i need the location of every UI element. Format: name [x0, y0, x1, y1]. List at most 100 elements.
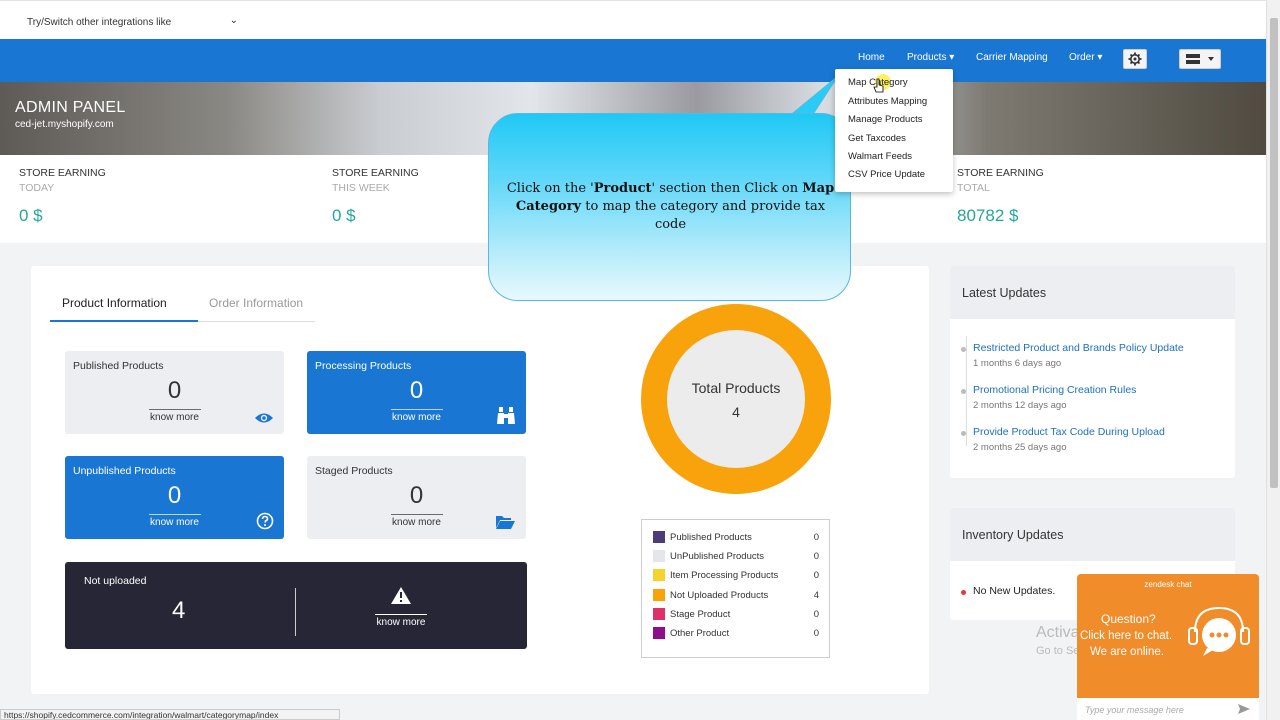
know-more-link[interactable]: know more: [335, 617, 467, 628]
menu-item-csv-price-update[interactable]: CSV Price Update: [848, 169, 925, 180]
chat-question: Question?: [1101, 612, 1156, 626]
stat-period: TODAY: [19, 182, 55, 194]
stat-title: STORE EARNING: [332, 167, 419, 179]
legend-item: UnPublished Products 0: [653, 550, 819, 564]
caret-down-icon: ▾: [946, 52, 955, 63]
legend-item: Other Product 0: [653, 627, 819, 641]
send-icon[interactable]: [1237, 703, 1251, 715]
nav-carrier-mapping[interactable]: Carrier Mapping: [976, 52, 1048, 63]
tutorial-callout: Click on the 'Product' section then Clic…: [488, 113, 851, 301]
banner-title: ADMIN PANEL: [15, 99, 126, 116]
stat-title: STORE EARNING: [19, 167, 106, 179]
settings-button[interactable]: [1123, 49, 1147, 69]
bullet-icon: [961, 590, 966, 595]
legend-label: Other Product: [670, 628, 730, 639]
callout-text-part: to map the category and provide tax code: [581, 199, 826, 232]
stat-today: STORE EARNING TODAY 0 $: [19, 167, 106, 226]
store-domain: ced-jet.myshopify.com: [15, 119, 114, 130]
box-count: 0: [167, 482, 182, 509]
unpublished-products-box: Unpublished Products 0 know more: [65, 456, 284, 539]
legend-label: Published Products: [670, 532, 752, 543]
update-time: 1 months 6 days ago: [973, 358, 1062, 369]
top-strip: Try/Switch other integrations like ⌄: [0, 0, 1266, 39]
warning-icon: [391, 587, 411, 604]
update-time: 2 months 25 days ago: [973, 442, 1067, 453]
update-item: Promotional Pricing Creation Rules 2 mon…: [961, 384, 1136, 411]
stat-title: STORE EARNING: [957, 167, 1044, 179]
legend-swatch: [653, 531, 665, 543]
processing-products-box: Processing Products 0 know more: [307, 351, 526, 434]
tab-order-information[interactable]: Order Information: [209, 296, 303, 310]
donut-label: Total Products: [691, 380, 781, 396]
account-menu-button[interactable]: [1179, 49, 1221, 69]
zendesk-chat-widget[interactable]: zendesk chat Question? Click here to cha…: [1077, 574, 1259, 720]
divider: [149, 514, 201, 515]
bullet-icon: [961, 347, 966, 352]
know-more-link[interactable]: know more: [65, 412, 284, 423]
stat-value: 80782 $: [957, 206, 1019, 225]
hand-cursor-icon: [873, 78, 884, 93]
legend-value: 0: [813, 532, 819, 543]
divider: [391, 409, 443, 410]
donut-value: 4: [732, 404, 740, 420]
activation-watermark-sub: Go to Se: [1036, 645, 1080, 657]
stat-total: STORE EARNING TOTAL 80782 $: [957, 167, 1044, 226]
page-scrollbar[interactable]: [1266, 0, 1280, 720]
timeline-line: [966, 336, 967, 446]
update-link[interactable]: Provide Product Tax Code During Upload: [973, 426, 1165, 438]
bullet-icon: [961, 431, 966, 436]
nav-order[interactable]: Order ▾: [1069, 52, 1102, 63]
caret-down-icon: ▾: [1094, 52, 1103, 63]
chat-message-input[interactable]: Type your message here: [1077, 698, 1259, 720]
bullet-icon: [961, 389, 966, 394]
update-link[interactable]: Restricted Product and Brands Policy Upd…: [973, 342, 1184, 354]
legend-label: UnPublished Products: [670, 551, 764, 563]
published-products-box: Published Products 0 know more: [65, 351, 284, 434]
legend-label: Not Uploaded Products: [670, 589, 769, 601]
box-label: Not uploaded: [84, 575, 147, 587]
latest-updates-title: Latest Updates: [950, 266, 1235, 319]
nav-products[interactable]: Products ▾: [907, 52, 954, 63]
update-item: Restricted Product and Brands Policy Upd…: [961, 342, 1184, 369]
chat-agent-icon: [1188, 606, 1250, 656]
integration-select[interactable]: Try/Switch other integrations like ⌄: [22, 11, 242, 33]
scroll-thumb[interactable]: [1270, 18, 1278, 488]
menu-item-manage-products[interactable]: Manage Products: [848, 114, 922, 125]
eye-icon: [255, 413, 273, 423]
server-icon: [1186, 54, 1214, 64]
menu-item-attributes-mapping[interactable]: Attributes Mapping: [848, 96, 927, 107]
update-link[interactable]: Promotional Pricing Creation Rules: [973, 384, 1136, 396]
legend-swatch: [653, 569, 665, 582]
total-products-donut: Total Products 4: [641, 304, 831, 494]
products-dropdown-menu: Map Category Attributes Mapping Manage P…: [835, 69, 953, 192]
binoculars-icon: [497, 407, 515, 424]
know-more-link[interactable]: know more: [307, 412, 526, 423]
tab-product-information[interactable]: Product Information: [62, 296, 167, 310]
box-count: 4: [172, 597, 186, 624]
know-more-link[interactable]: know more: [307, 517, 526, 528]
know-more-link[interactable]: know more: [65, 517, 284, 528]
legend-swatch: [653, 550, 665, 563]
menu-item-get-taxcodes[interactable]: Get Taxcodes: [848, 133, 906, 144]
menu-item-walmart-feeds[interactable]: Walmart Feeds: [848, 151, 912, 162]
divider: [149, 409, 201, 410]
chat-placeholder: Type your message here: [1085, 705, 1184, 715]
box-label: Published Products: [73, 360, 164, 372]
update-item: Provide Product Tax Code During Upload 2…: [961, 426, 1165, 453]
legend-item: Item Processing Products 0: [653, 569, 819, 583]
box-label: Unpublished Products: [73, 465, 176, 477]
nav-order-label: Order: [1069, 52, 1095, 63]
box-count: 0: [167, 377, 182, 404]
legend-swatch: [653, 588, 665, 601]
legend-label: Item Processing Products: [670, 570, 779, 582]
nav-home[interactable]: Home: [858, 52, 885, 63]
nav-products-label: Products: [907, 52, 947, 63]
box-count: 0: [409, 377, 424, 404]
status-bar-url: https://shopify.cedcommerce.com/integrat…: [0, 709, 340, 720]
update-time: 2 months 12 days ago: [973, 400, 1067, 411]
stat-period: TOTAL: [957, 182, 990, 194]
inventory-item: No New Updates.: [961, 585, 1055, 597]
stat-value: 0 $: [19, 206, 43, 225]
integration-select-label: Try/Switch other integrations like: [27, 17, 172, 28]
legend-value: 0: [813, 570, 819, 582]
